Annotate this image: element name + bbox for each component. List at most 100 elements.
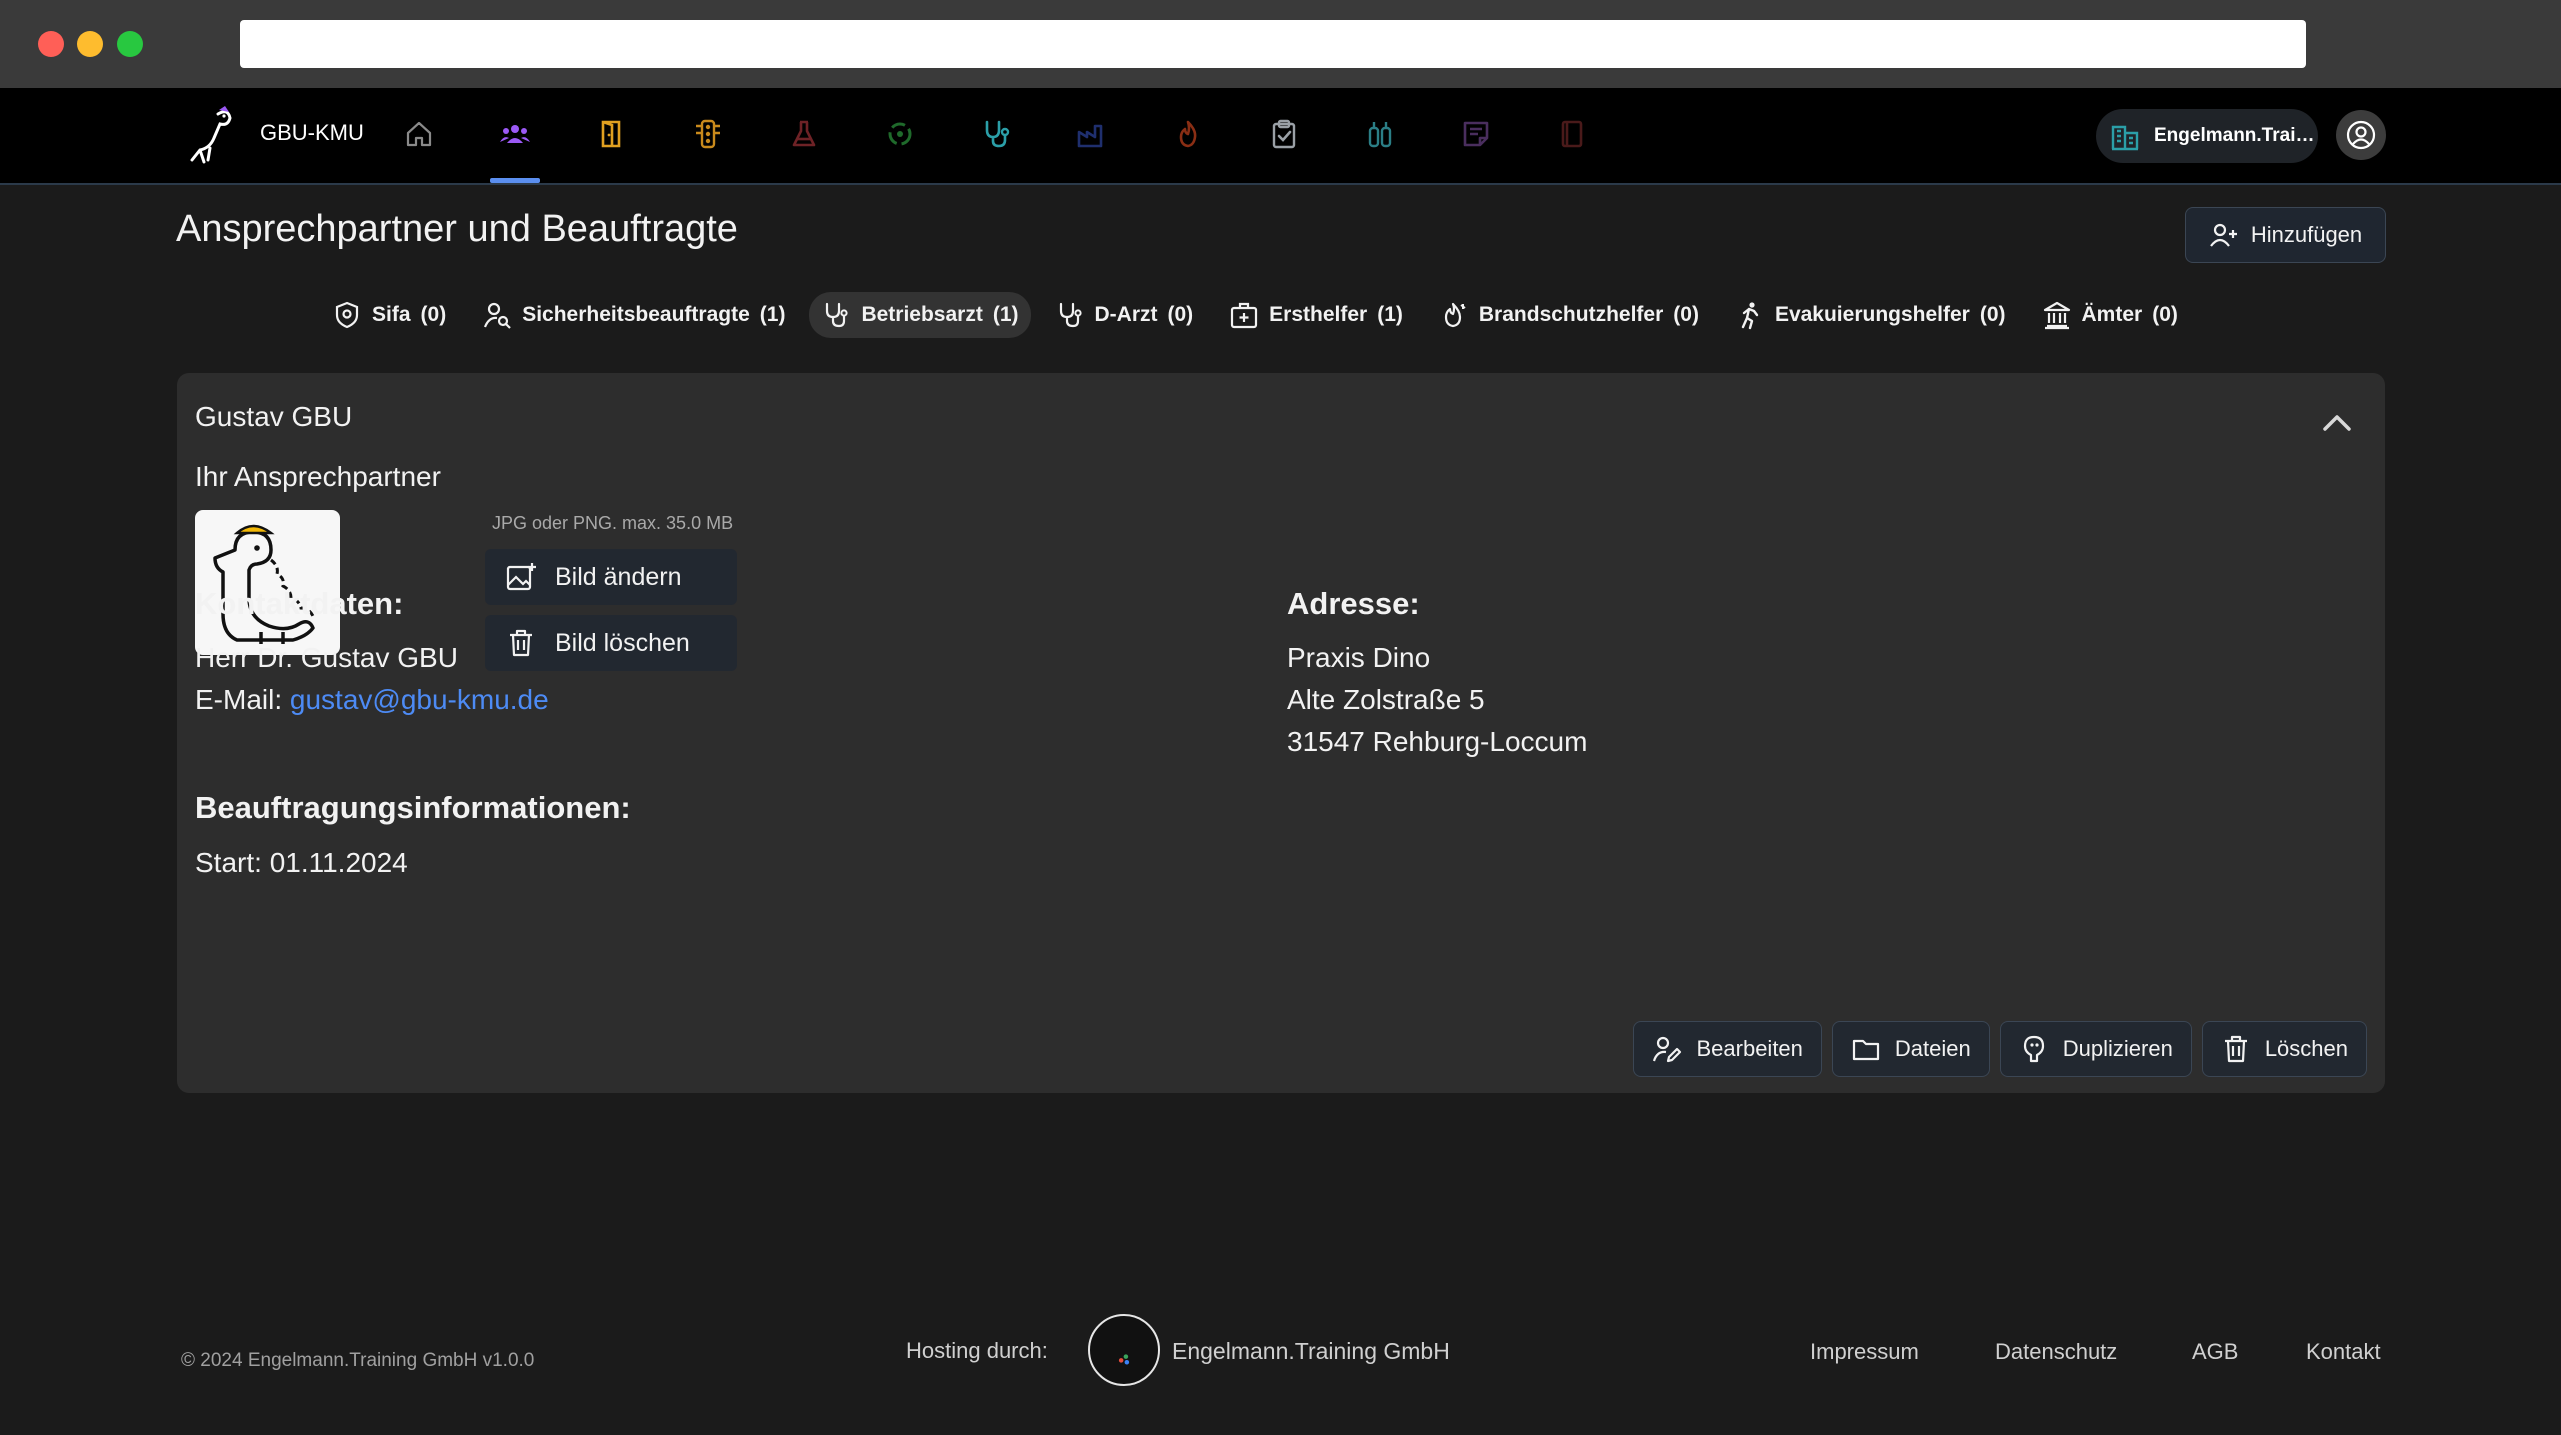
traffic-light-icon[interactable] bbox=[686, 112, 730, 156]
contact-card: Gustav GBU Ihr Ansprechpartner JPG oder … bbox=[177, 373, 2385, 1093]
delete-image-button[interactable]: Bild löschen bbox=[485, 615, 737, 671]
tab-label: Ersthelfer bbox=[1269, 303, 1368, 326]
address-line-3: 31547 Rehburg-Loccum bbox=[1287, 726, 1588, 757]
duplicate-label: Duplizieren bbox=[2062, 1036, 2173, 1061]
tab-count: (0) bbox=[1979, 303, 2006, 326]
minimize-window-button[interactable] bbox=[77, 31, 103, 57]
address-bar[interactable] bbox=[240, 20, 2306, 68]
biohazard-icon[interactable] bbox=[878, 112, 922, 156]
tab-count: (0) bbox=[1673, 303, 1699, 326]
user-avatar-button[interactable] bbox=[2336, 110, 2386, 160]
address-heading: Adresse: bbox=[1287, 586, 1420, 621]
tab-ersthelfer[interactable]: Ersthelfer (1) bbox=[1217, 292, 1415, 338]
email-link[interactable]: gustav@gbu-kmu.de bbox=[290, 684, 549, 715]
tab-count: (1) bbox=[992, 303, 1019, 326]
add-contact-button[interactable]: Hinzufügen bbox=[2185, 207, 2386, 263]
footer-link-impressum[interactable]: Impressum bbox=[1810, 1339, 1919, 1365]
flame-icon[interactable] bbox=[1166, 112, 1210, 156]
address-line-2: Alte Zolstraße 5 bbox=[1287, 684, 1485, 715]
image-plus-icon bbox=[506, 563, 536, 591]
browser-chrome bbox=[0, 0, 2561, 88]
tab-count: (0) bbox=[420, 303, 447, 326]
trash-icon bbox=[510, 629, 532, 657]
note-icon[interactable] bbox=[1454, 112, 1498, 156]
clipboard-check-icon[interactable] bbox=[1262, 112, 1306, 156]
stethoscope-icon bbox=[826, 302, 849, 328]
first-aid-icon bbox=[1231, 302, 1258, 329]
active-nav-indicator bbox=[490, 178, 540, 183]
dino-avatar-icon bbox=[213, 524, 315, 644]
tab-label: Sifa bbox=[372, 303, 411, 326]
user-plus-icon bbox=[2209, 223, 2237, 247]
user-icon bbox=[2346, 120, 2376, 150]
trash-icon bbox=[2224, 1035, 2247, 1063]
tab-aemter[interactable]: Ämter (0) bbox=[2030, 292, 2190, 338]
hosting-label: Hosting durch: bbox=[906, 1338, 1048, 1363]
factory-icon[interactable] bbox=[1070, 112, 1114, 156]
buildings-icon bbox=[2111, 125, 2139, 151]
stethoscope-icon bbox=[1059, 302, 1082, 328]
files-label: Dateien bbox=[1894, 1036, 1971, 1061]
maximize-window-button[interactable] bbox=[117, 31, 143, 57]
edit-label: Bearbeiten bbox=[1696, 1036, 1803, 1061]
tab-evakuierungshelfer[interactable]: Evakuierungshelfer (0) bbox=[1723, 292, 2018, 338]
email-row: E-Mail: gustav@gbu-kmu.de bbox=[195, 684, 549, 716]
tab-d-arzt[interactable]: D-Arzt (0) bbox=[1043, 292, 1206, 338]
footer-link-datenschutz[interactable]: Datenschutz bbox=[1995, 1339, 2117, 1365]
tab-label: D-Arzt bbox=[1094, 303, 1158, 326]
shield-icon bbox=[335, 301, 359, 329]
assignment-start: Start: 01.11.2024 bbox=[195, 847, 408, 878]
tab-betriebsarzt[interactable]: Betriebsarzt (1) bbox=[809, 292, 1031, 338]
tab-sicherheitsbeauftragte[interactable]: Sicherheitsbeauftragte (1) bbox=[470, 292, 797, 338]
tab-brandschutzhelfer[interactable]: Brandschutzhelfer (0) bbox=[1427, 292, 1711, 338]
app-root: GBU-KMU Engelmann.Trai… Ansprechpartner … bbox=[0, 88, 2561, 1435]
add-button-label: Hinzufügen bbox=[2250, 222, 2363, 247]
page-title: Ansprechpartner und Beauftragte bbox=[176, 208, 738, 250]
stethoscope-icon[interactable] bbox=[974, 112, 1018, 156]
edit-button[interactable]: Bearbeiten bbox=[1633, 1021, 1822, 1077]
change-image-button[interactable]: Bild ändern bbox=[485, 549, 737, 605]
duplicate-button[interactable]: Duplizieren bbox=[1999, 1021, 2192, 1077]
tab-sifa[interactable]: Sifa (0) bbox=[320, 292, 458, 338]
delete-button[interactable]: Löschen bbox=[2201, 1021, 2367, 1077]
folder-icon bbox=[1852, 1039, 1880, 1061]
chevron-up-icon[interactable] bbox=[2317, 403, 2357, 443]
file-format-hint: JPG oder PNG. max. 35.0 MB bbox=[492, 513, 734, 533]
tab-count: (0) bbox=[1167, 303, 1194, 326]
brand-name[interactable]: GBU-KMU bbox=[260, 120, 364, 146]
contact-name: Gustav GBU bbox=[195, 401, 353, 432]
tab-label: Ämter bbox=[2081, 303, 2143, 326]
tab-count: (1) bbox=[759, 303, 786, 326]
tab-label: Evakuierungshelfer bbox=[1774, 303, 1970, 326]
user-search-icon bbox=[484, 302, 511, 329]
tenant-switcher[interactable]: Engelmann.Trai… bbox=[2096, 109, 2318, 163]
close-window-button[interactable] bbox=[38, 31, 64, 57]
door-icon[interactable] bbox=[589, 112, 633, 156]
flask-icon[interactable] bbox=[782, 112, 826, 156]
running-person-icon bbox=[1741, 302, 1759, 330]
files-button[interactable]: Dateien bbox=[1831, 1021, 1990, 1077]
card-actions: Bearbeiten Dateien Duplizieren Löschen bbox=[1633, 1021, 2367, 1077]
address-line-1: Praxis Dino bbox=[1287, 642, 1431, 673]
tenant-label: Engelmann.Trai… bbox=[2154, 125, 2315, 146]
tab-count: (0) bbox=[2152, 303, 2178, 326]
footer-link-agb[interactable]: AGB bbox=[2192, 1339, 2238, 1365]
delete-image-label: Bild löschen bbox=[555, 628, 690, 657]
assignment-heading: Beauftragungsinformationen: bbox=[195, 790, 631, 825]
people-icon[interactable] bbox=[493, 112, 537, 156]
book-icon[interactable] bbox=[1550, 112, 1594, 156]
gas-cylinder-icon[interactable] bbox=[1358, 112, 1402, 156]
role-tabs: Sifa (0) Sicherheitsbeauftragte (1) Betr… bbox=[320, 290, 2202, 340]
home-icon[interactable] bbox=[397, 112, 441, 156]
tab-count: (1) bbox=[1377, 303, 1403, 326]
fire-icon bbox=[1444, 302, 1466, 328]
change-image-label: Bild ändern bbox=[555, 562, 682, 591]
footer-link-kontakt[interactable]: Kontakt bbox=[2306, 1339, 2381, 1365]
building-columns-icon bbox=[2043, 301, 2070, 330]
contact-data-heading: Kontaktdaten: bbox=[195, 586, 404, 621]
dino-logo-icon[interactable] bbox=[178, 104, 236, 166]
hosting-logo-icon[interactable] bbox=[1088, 1314, 1160, 1386]
contact-full-name: Herr Dr. Gustav GBU bbox=[195, 642, 458, 673]
tab-label: Sicherheitsbeauftragte bbox=[522, 303, 750, 326]
hosting-company-name[interactable]: Engelmann.Training GmbH bbox=[1172, 1338, 1450, 1365]
